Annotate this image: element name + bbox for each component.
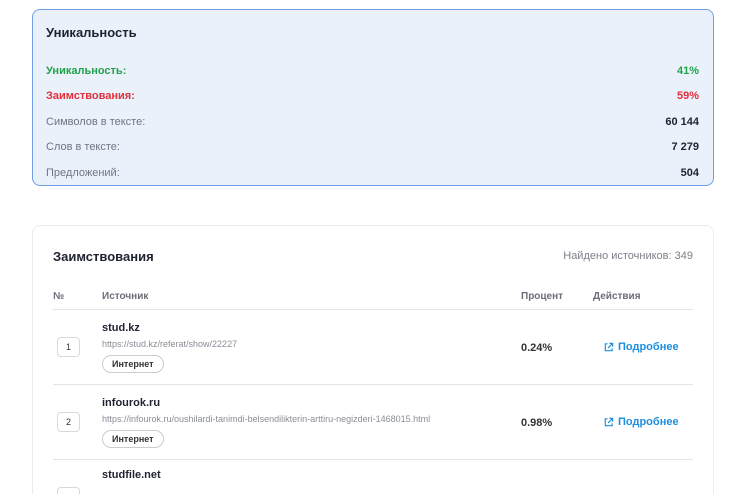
words-label: Слов в тексте:	[46, 141, 120, 154]
uniqueness-title: Уникальность	[46, 25, 137, 40]
borrowings-card: Заимствования Найдено источников: 349 № …	[32, 225, 714, 494]
borrowings-header: Заимствования Найдено источников: 349	[53, 226, 693, 284]
more-details-label: Подробнее	[618, 416, 679, 428]
table-row: studfile.net	[53, 460, 693, 494]
row-number: 1	[57, 337, 80, 357]
uniqueness-label: Уникальность:	[46, 64, 127, 77]
borrowing-value: 59%	[676, 90, 699, 103]
external-link-icon	[604, 342, 614, 351]
sources-found-count: Найдено источников: 349	[563, 250, 693, 262]
chars-label: Символов в тексте:	[46, 115, 146, 128]
words-row: Слов в тексте: 7 279	[46, 135, 699, 161]
more-details-link[interactable]: Подробнее	[593, 416, 693, 428]
sentences-label: Предложений:	[46, 166, 120, 179]
chars-value: 60 144	[665, 115, 699, 128]
words-value: 7 279	[671, 141, 699, 154]
column-header-percent: Процент	[521, 291, 564, 302]
source-name: studfile.net	[102, 469, 161, 481]
sentences-value: 504	[680, 166, 699, 179]
source-type-badge: Интернет	[102, 429, 164, 448]
table-row: 2 infourok.ru https://infourok.ru/oushil…	[53, 385, 693, 460]
borrowing-label: Заимствования:	[46, 90, 135, 103]
external-link-icon	[604, 417, 614, 426]
sentences-row: Предложений: 504	[46, 160, 699, 186]
source-percent: 0.24%	[521, 342, 553, 354]
row-number	[57, 487, 80, 494]
uniqueness-row: Уникальность: 41%	[46, 58, 699, 84]
column-header-source: Источник	[102, 291, 149, 302]
uniqueness-card: Уникальность Уникальность: 41% Заимствов…	[32, 9, 714, 186]
borrowings-title: Заимствования	[53, 248, 154, 264]
chars-row: Символов в тексте: 60 144	[46, 109, 699, 135]
source-url[interactable]: https://infourok.ru/oushilardi-tanimdi-b…	[102, 414, 521, 424]
source-name: infourok.ru	[102, 396, 161, 409]
table-header: № Источник Процент Действия	[53, 284, 693, 310]
column-header-actions: Действия	[593, 291, 641, 302]
source-percent: 0.98%	[521, 417, 553, 429]
borrowing-row: Заимствования: 59%	[46, 84, 699, 110]
row-number: 2	[57, 412, 80, 432]
column-header-num: №	[53, 291, 65, 302]
source-type-badge: Интернет	[102, 354, 164, 373]
more-details-link[interactable]: Подробнее	[593, 341, 693, 353]
table-row: 1 stud.kz https://stud.kz/referat/show/2…	[53, 310, 693, 385]
uniqueness-value: 41%	[676, 64, 699, 77]
source-name: stud.kz	[102, 321, 140, 334]
source-url[interactable]: https://stud.kz/referat/show/22227	[102, 339, 521, 349]
page: Уникальность Уникальность: 41% Заимствов…	[0, 0, 744, 494]
more-details-label: Подробнее	[618, 341, 679, 353]
